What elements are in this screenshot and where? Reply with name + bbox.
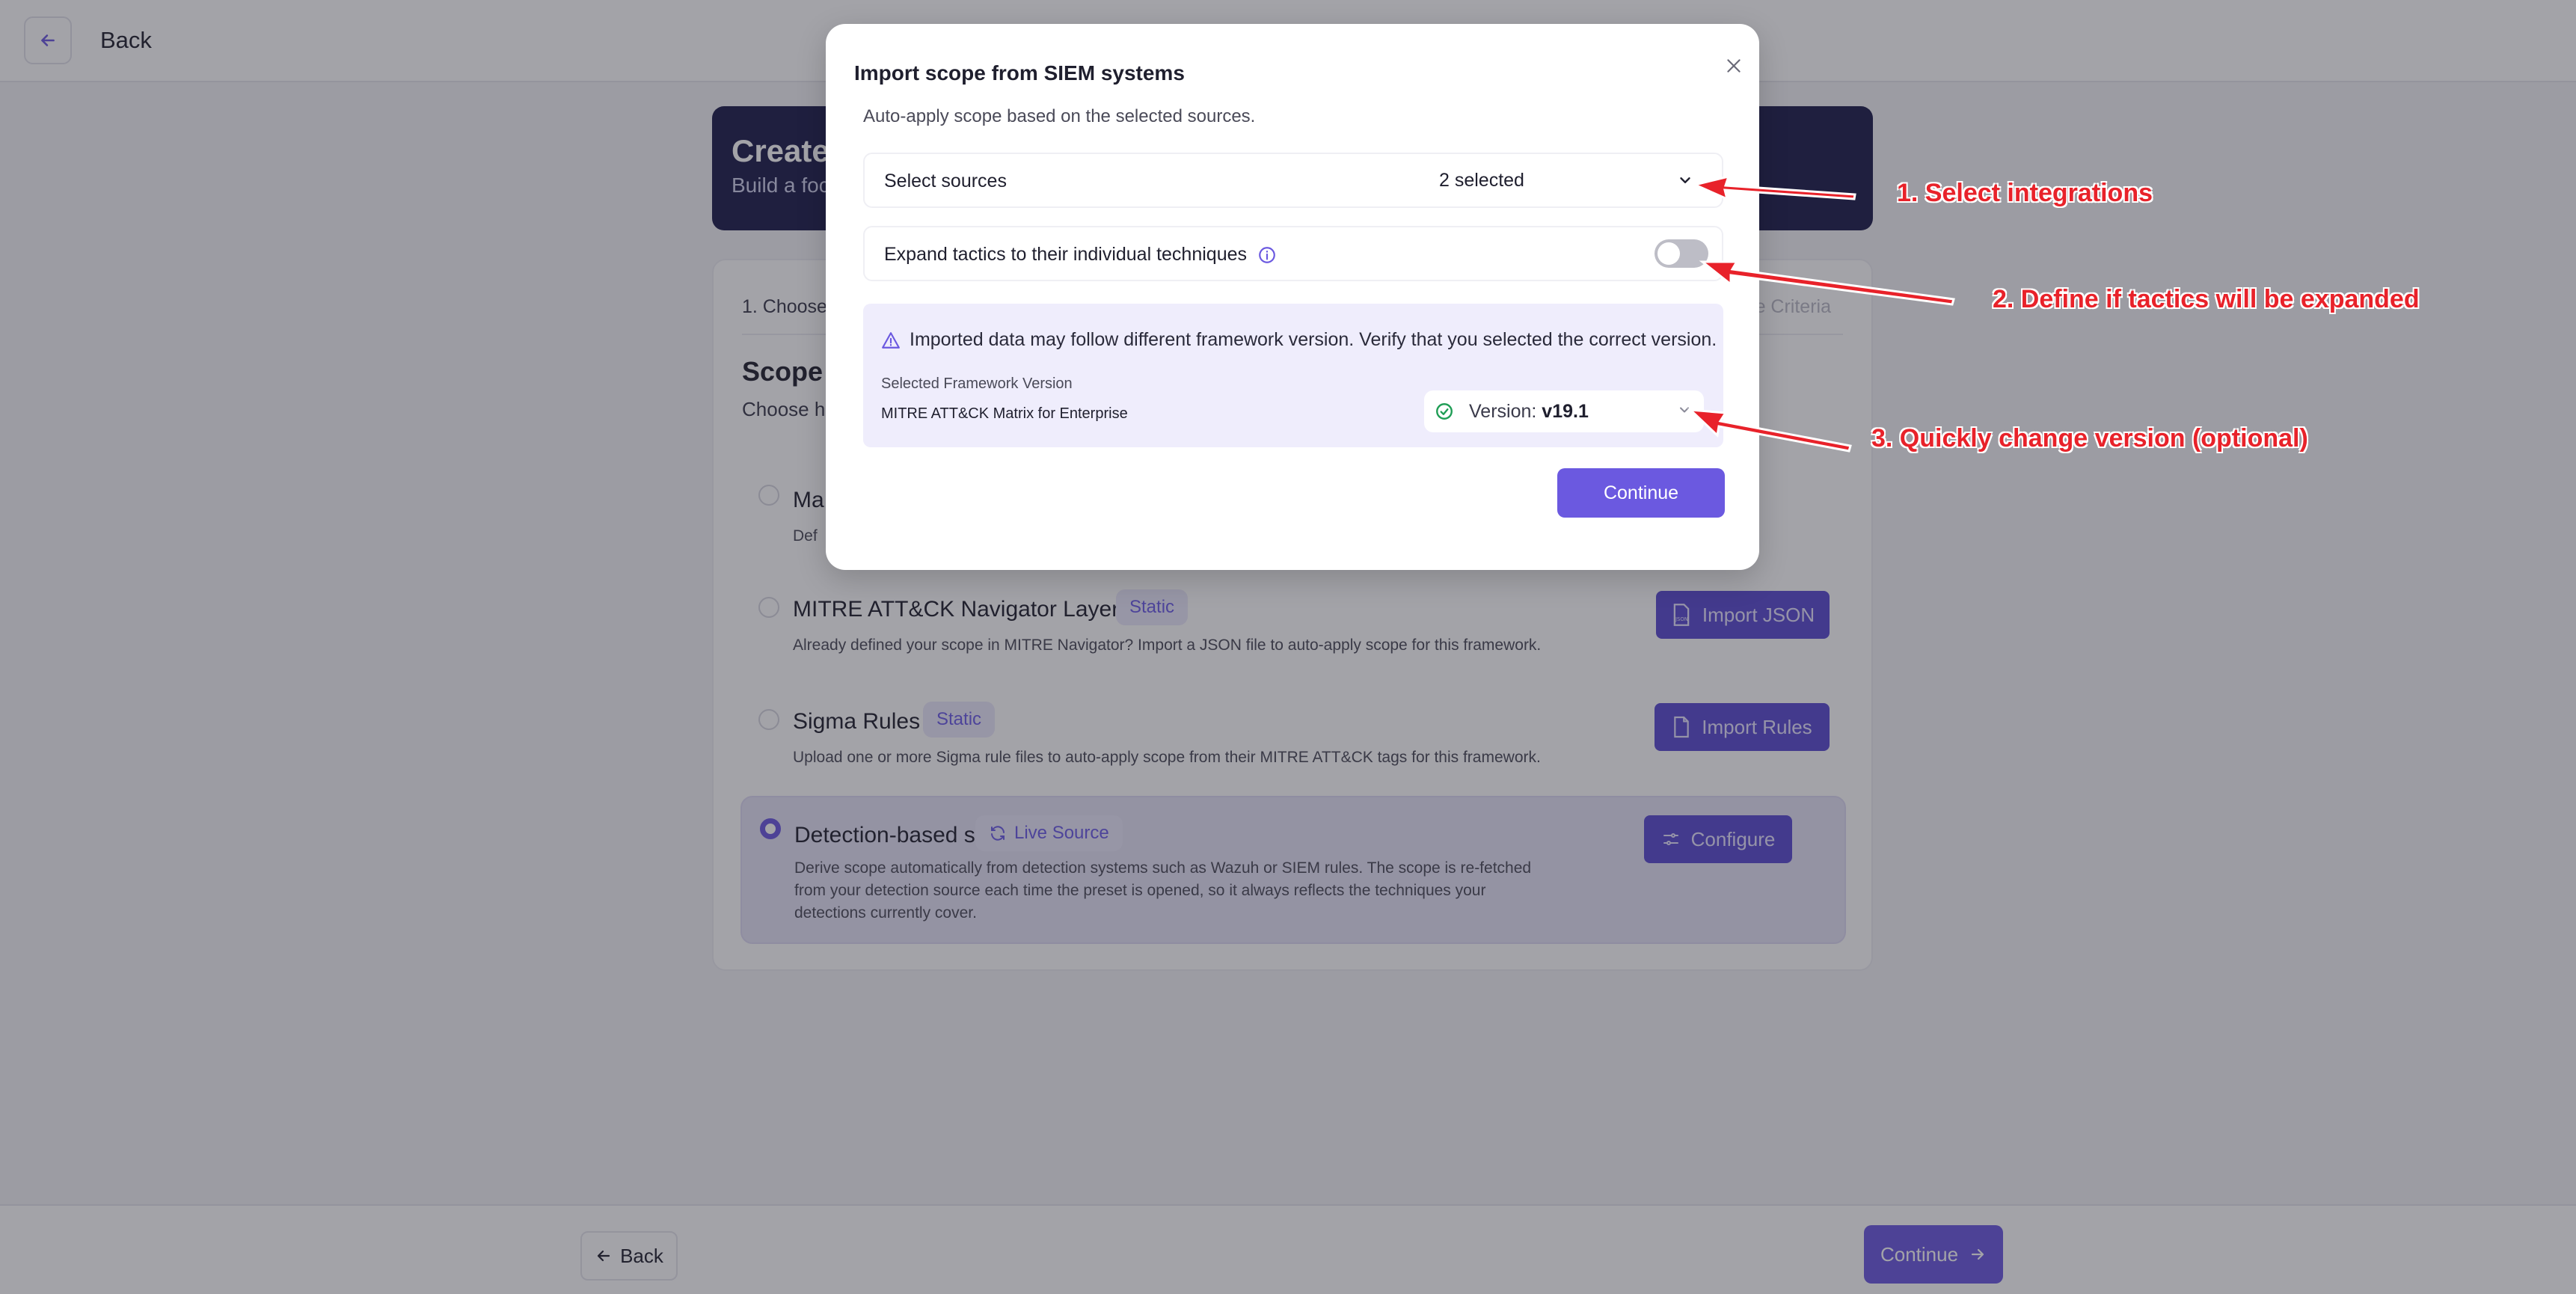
version-value: v19.1 [1542,400,1589,422]
version-info-box: Imported data may follow different frame… [863,304,1723,447]
expand-tactics-label-wrap: Expand tactics to their individual techn… [884,244,1277,266]
warning-triangle-icon [882,331,900,349]
close-button[interactable] [1713,45,1755,87]
sources-dropdown[interactable]: 2 selected [1418,162,1705,199]
import-siem-modal: Import scope from SIEM systems Auto-appl… [826,24,1759,570]
warning-line: Imported data may follow different frame… [881,329,1717,351]
chevron-down-icon [1680,407,1689,413]
sources-value: 2 selected [1439,169,1524,191]
framework-label: Selected Framework Version [881,375,1073,392]
version-dropdown[interactable]: Version: v19.1 [1424,390,1704,432]
version-prefix: Version: [1469,400,1537,422]
framework-name: MITRE ATT&CK Matrix for Enterprise [881,405,1128,422]
modal-subtitle: Auto-apply scope based on the selected s… [863,106,1256,126]
expand-tactics-row: Expand tactics to their individual techn… [863,226,1723,281]
close-icon [1727,59,1741,73]
check-circle-icon [1436,403,1453,420]
select-sources-row: Select sources 2 selected [863,153,1723,208]
warning-text: Imported data may follow different frame… [910,329,1717,350]
info-icon[interactable] [1257,245,1277,265]
chevron-down-icon [1680,177,1690,183]
modal-title: Import scope from SIEM systems [854,61,1185,85]
annotation-label-3: 3. Quickly change version (optional) [1871,424,2308,453]
select-sources-label: Select sources [884,171,1007,191]
version-text: Version: v19.1 [1469,401,1589,423]
expand-tactics-label: Expand tactics to their individual techn… [884,244,1248,265]
annotation-label-2: 2. Define if tactics will be expanded [1993,285,2420,313]
modal-continue-button[interactable]: Continue [1557,468,1725,518]
toggle-knob [1657,242,1680,265]
expand-tactics-toggle[interactable] [1655,239,1708,268]
annotation-label-1: 1. Select integrations [1897,179,2153,207]
